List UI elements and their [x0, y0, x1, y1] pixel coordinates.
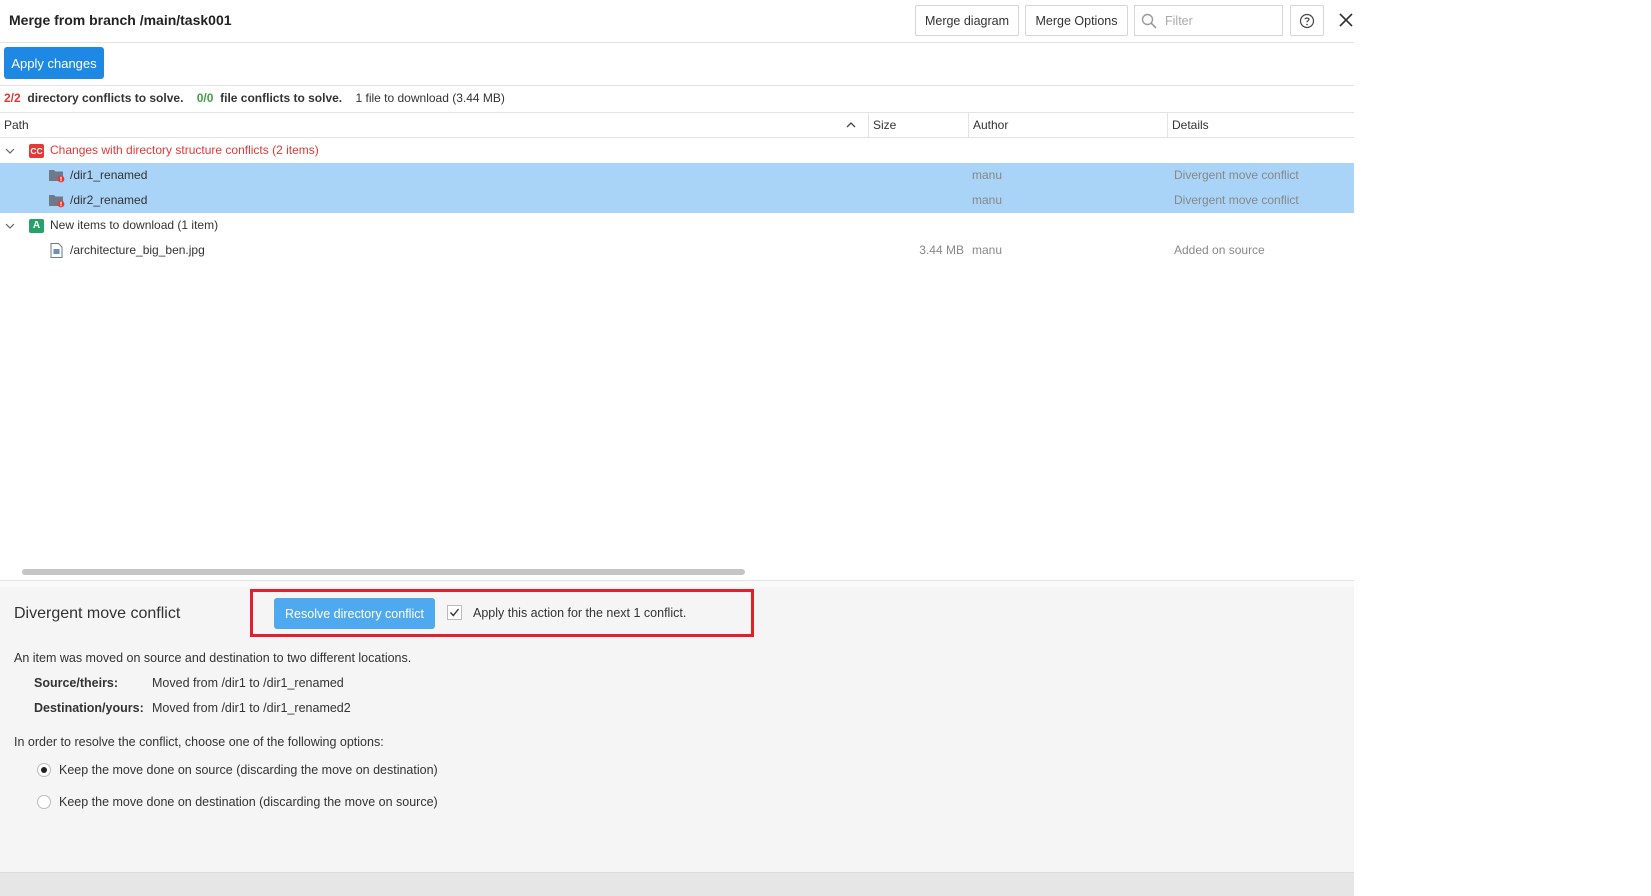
destination-label: Destination/yours:: [34, 701, 144, 715]
chevron-down-icon[interactable]: [4, 220, 16, 232]
source-value: Moved from /dir1 to /dir1_renamed: [152, 676, 344, 690]
option-source-label[interactable]: Keep the move done on source (discarding…: [59, 763, 438, 777]
footer-bar: [0, 872, 1354, 896]
column-path[interactable]: Path: [0, 113, 868, 137]
dir-conflict-text: directory conflicts to solve.: [27, 91, 184, 105]
merge-options-button[interactable]: Merge Options: [1025, 5, 1128, 36]
dir-conflict-count: 2/2: [4, 91, 21, 105]
folder-conflict-icon: [49, 195, 65, 208]
merge-diagram-button[interactable]: Merge diagram: [915, 5, 1019, 36]
row-size: 3.44 MB: [919, 243, 964, 257]
help-button[interactable]: [1290, 5, 1324, 36]
group-row-conflicts[interactable]: CC Changes with directory structure conf…: [0, 138, 1354, 163]
resolve-directory-conflict-button[interactable]: Resolve directory conflict: [274, 598, 435, 629]
checkmark-icon: [449, 608, 460, 617]
column-path-label: Path: [4, 118, 29, 132]
row-author: manu: [972, 193, 1003, 207]
image-file-icon: [50, 243, 63, 258]
search-icon: [1141, 13, 1157, 29]
group-label: New items to download (1 item): [50, 218, 219, 232]
header-bar: Merge from branch /main/task001 Merge di…: [0, 0, 1354, 43]
conflict-panel: Divergent move conflict Resolve director…: [0, 587, 1354, 872]
row-author: manu: [972, 243, 1003, 257]
folder-conflict-icon: [49, 170, 65, 183]
group-row-downloads[interactable]: A New items to download (1 item): [0, 213, 1354, 238]
close-icon: [1339, 13, 1353, 27]
destination-value: Moved from /dir1 to /dir1_renamed2: [152, 701, 351, 715]
option-destination-label[interactable]: Keep the move done on destination (disca…: [59, 795, 438, 809]
table-row[interactable]: /dir1_renamed manu Divergent move confli…: [0, 163, 1354, 188]
radio-keep-destination[interactable]: [37, 795, 51, 809]
table-header: Path Size Author Details: [0, 112, 1354, 138]
sort-up-icon: [846, 122, 856, 128]
toolbar: Apply changes: [0, 43, 1354, 86]
group-label: Changes with directory structure conflic…: [50, 143, 319, 157]
row-path: /architecture_big_ben.jpg: [70, 243, 205, 257]
horizontal-scrollbar[interactable]: [22, 569, 745, 575]
column-size[interactable]: Size: [868, 113, 968, 137]
chevron-down-icon[interactable]: [4, 145, 16, 157]
question-icon: [1299, 13, 1315, 28]
row-details: Added on source: [1174, 243, 1265, 257]
status-line: 2/2 directory conflicts to solve. 0/0 fi…: [4, 91, 505, 105]
table-row[interactable]: /architecture_big_ben.jpg 3.44 MB manu A…: [0, 238, 1354, 263]
column-details[interactable]: Details: [1167, 113, 1354, 137]
column-author[interactable]: Author: [968, 113, 1167, 137]
filter-box[interactable]: [1134, 5, 1283, 36]
row-details: Divergent move conflict: [1174, 168, 1299, 182]
file-conflict-text: file conflicts to solve.: [220, 91, 343, 105]
merge-window: Merge from branch /main/task001 Merge di…: [0, 0, 1354, 896]
conflict-title: Divergent move conflict: [14, 605, 181, 622]
row-path: /dir1_renamed: [70, 168, 148, 182]
table-row[interactable]: /dir2_renamed manu Divergent move confli…: [0, 188, 1354, 213]
file-conflict-count: 0/0: [196, 91, 214, 105]
added-badge-icon: A: [29, 219, 44, 233]
row-author: manu: [972, 168, 1003, 182]
conflict-badge-icon: CC: [29, 144, 44, 158]
row-path: /dir2_renamed: [70, 193, 148, 207]
radio-keep-source[interactable]: [37, 763, 51, 777]
resolve-instructions: In order to resolve the conflict, choose…: [14, 735, 384, 749]
apply-changes-button[interactable]: Apply changes: [4, 47, 104, 79]
conflict-description: An item was moved on source and destinat…: [14, 651, 412, 665]
apply-next-checkbox[interactable]: [447, 605, 462, 620]
source-label: Source/theirs:: [34, 676, 119, 690]
row-details: Divergent move conflict: [1174, 193, 1299, 207]
apply-next-label[interactable]: Apply this action for the next 1 conflic…: [473, 606, 686, 620]
window-title: Merge from branch /main/task001: [9, 12, 232, 28]
download-text: 1 file to download (3.44 MB): [355, 91, 505, 105]
filter-input[interactable]: [1163, 12, 1267, 29]
close-button[interactable]: [1336, 10, 1356, 30]
